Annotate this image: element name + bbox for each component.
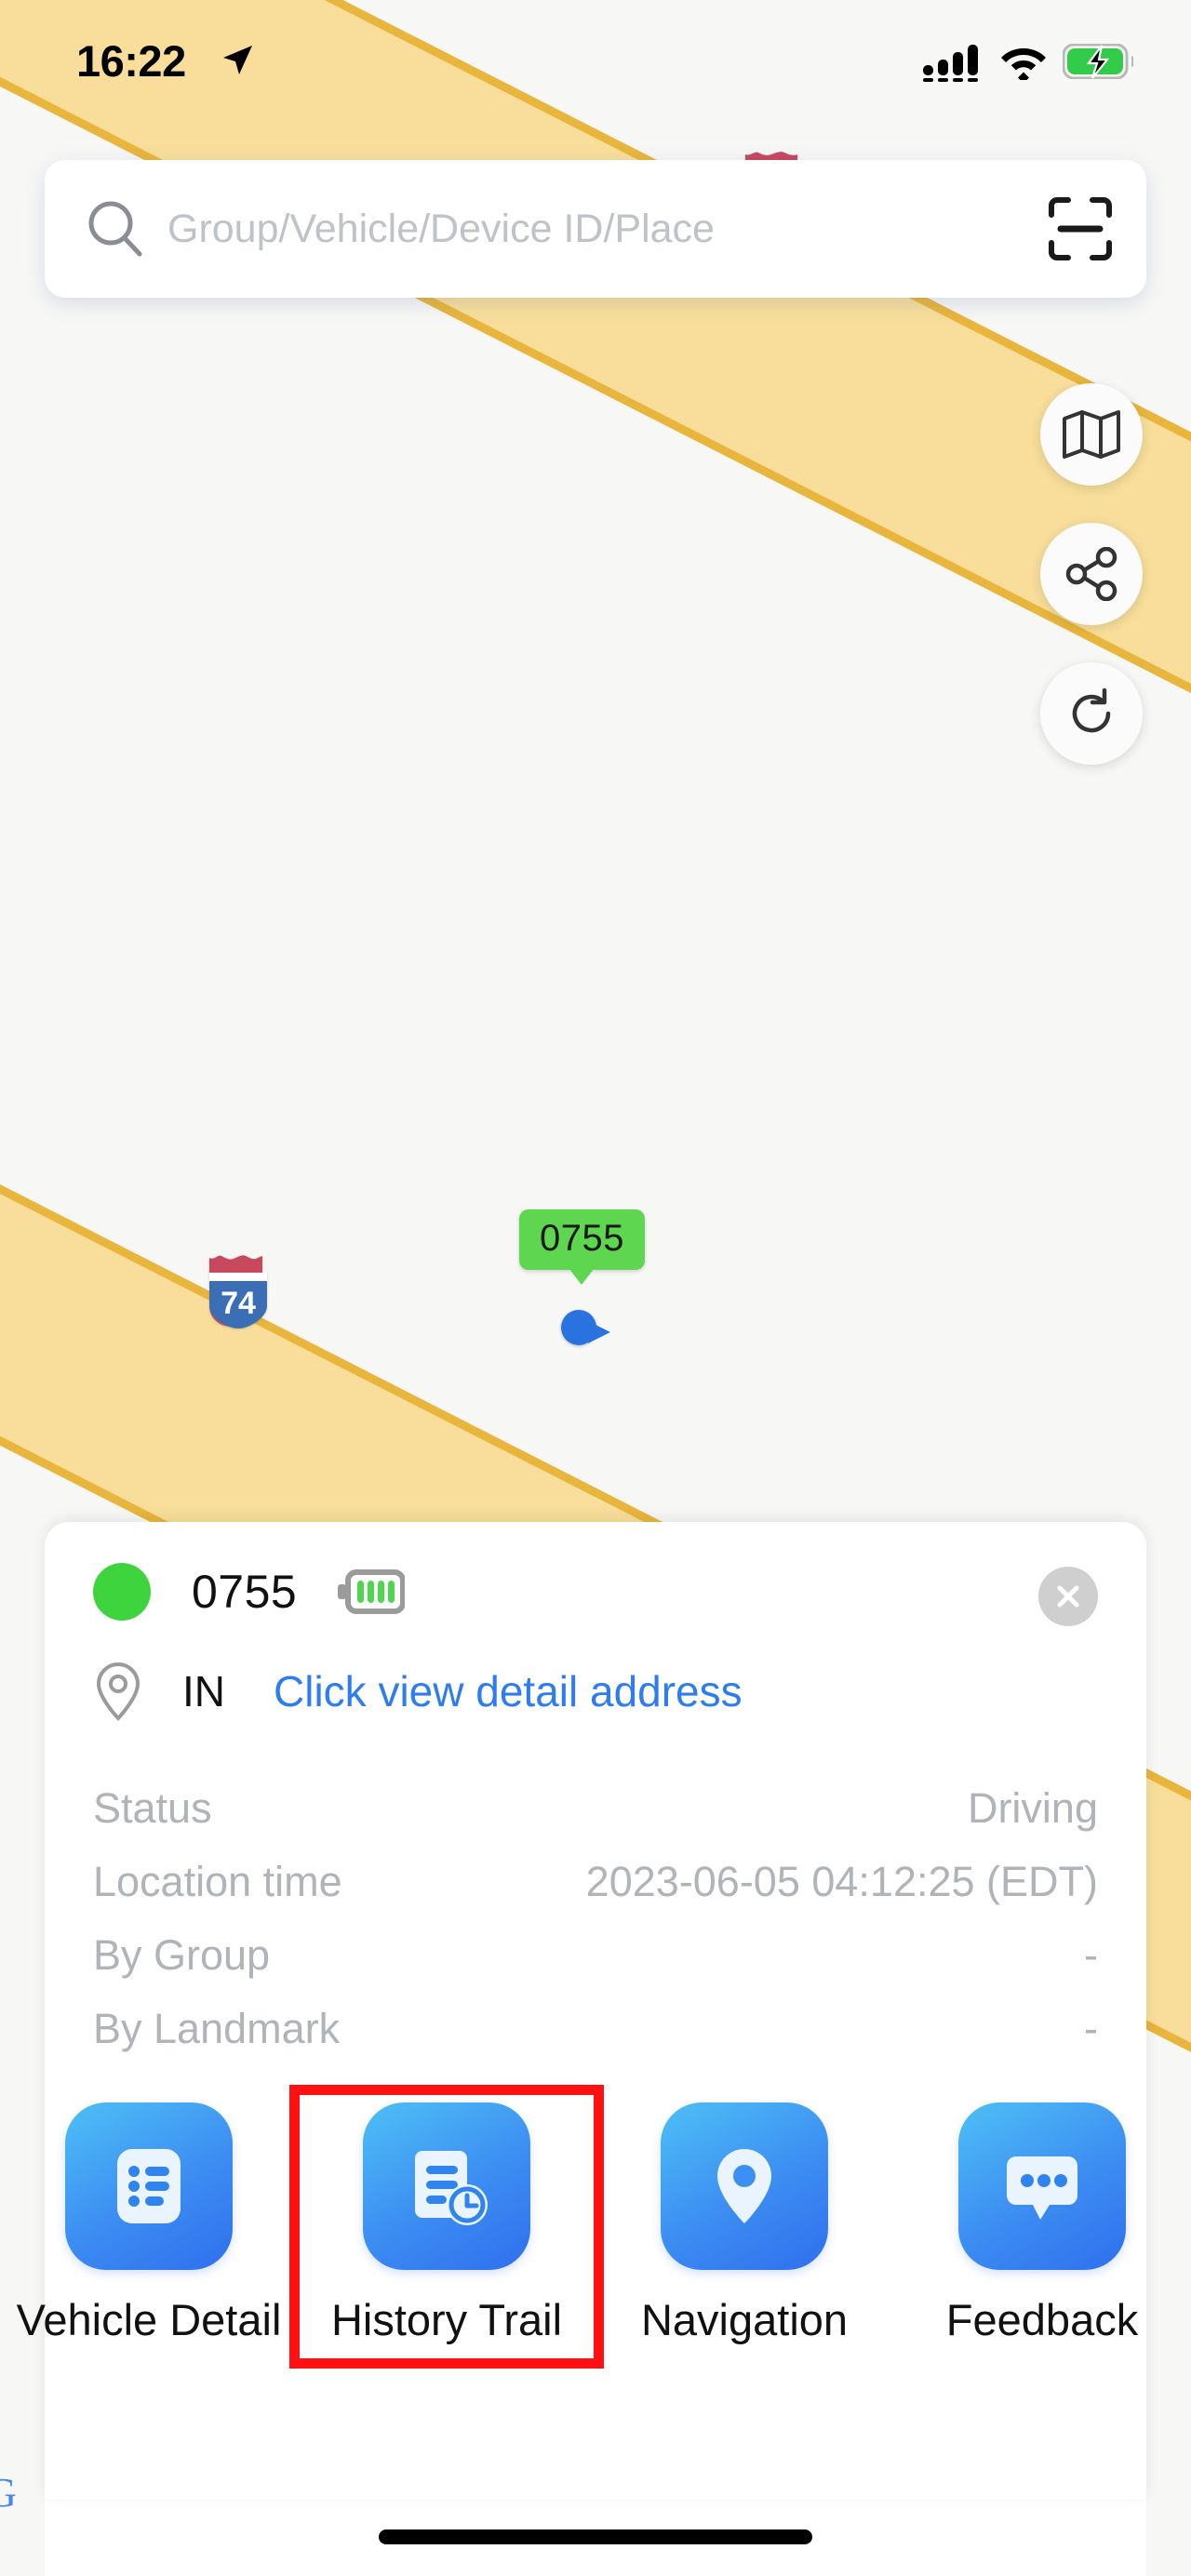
map-icon — [1063, 410, 1120, 459]
country-code-label: IN — [182, 1667, 225, 1715]
detail-label: Status — [93, 1784, 212, 1832]
action-feedback[interactable]: Feedback — [893, 2093, 1191, 2360]
card-address-row: IN Click view detail address — [93, 1645, 1098, 1738]
refresh-button[interactable] — [1040, 662, 1143, 765]
home-indicator[interactable] — [379, 2529, 812, 2544]
share-icon — [1065, 547, 1117, 601]
action-label: Feedback — [945, 2295, 1139, 2344]
detail-value: - — [1084, 1931, 1098, 1979]
battery-icon — [338, 1569, 406, 1614]
map-layers-button[interactable] — [1040, 383, 1143, 486]
status-indicator-dot — [93, 1563, 151, 1621]
action-vehicle-detail[interactable]: Vehicle Detail — [0, 2093, 298, 2360]
search-bar[interactable] — [45, 160, 1146, 298]
vehicle-heading-arrow — [588, 1321, 610, 1343]
vehicle-marker[interactable]: 0755 — [519, 1209, 687, 1377]
vehicle-detail-list: Status Driving Location time 2023-06-05 … — [93, 1784, 1098, 2078]
refresh-icon — [1072, 687, 1111, 733]
action-icon-container — [958, 2102, 1126, 2270]
detail-value: - — [1084, 2005, 1098, 2052]
action-navigation[interactable]: Navigation — [596, 2093, 893, 2360]
location-pin-icon — [96, 1662, 141, 1721]
list-document-icon — [117, 2149, 181, 2223]
svg-text:74: 74 — [221, 1286, 256, 1321]
device-id-label: 0755 — [192, 1566, 298, 1618]
view-detail-address-link[interactable]: Click view detail address — [274, 1666, 743, 1716]
action-icon-container — [363, 2102, 530, 2270]
close-icon — [1057, 1585, 1079, 1608]
close-card-button[interactable] — [1038, 1567, 1098, 1626]
action-label: History Trail — [330, 2295, 563, 2344]
action-history-trail[interactable]: History Trail — [289, 2085, 604, 2369]
search-input[interactable] — [167, 206, 1031, 252]
detail-row-by-landmark: By Landmark - — [93, 2005, 1098, 2078]
map-pin-icon — [717, 2149, 771, 2223]
road-highway-upper — [0, 0, 1191, 933]
vehicle-marker-label[interactable]: 0755 — [519, 1209, 645, 1285]
action-label: Navigation — [640, 2295, 849, 2344]
phone-screen: 74 0755 G 16:22 Group/Vehicle/Device ID/… — [0, 0, 1191, 2576]
detail-row-by-group: By Group - — [93, 1931, 1098, 2005]
document-clock-icon — [415, 2151, 488, 2225]
detail-label: By Landmark — [93, 2005, 341, 2052]
action-button-row: Vehicle Detail History Trail Navigation … — [0, 2085, 1191, 2369]
action-icon-container — [661, 2102, 828, 2270]
action-label: Vehicle Detail — [16, 2295, 282, 2344]
qr-scan-icon[interactable] — [1048, 196, 1113, 261]
detail-row-status: Status Driving — [93, 1784, 1098, 1858]
search-icon — [88, 201, 142, 257]
google-attribution-logo: G — [0, 2470, 17, 2516]
detail-value: 2023-06-05 04:12:25 (EDT) — [585, 1858, 1098, 1905]
detail-label: Location time — [93, 1858, 342, 1905]
chat-bubble-icon — [1007, 2156, 1077, 2220]
detail-value: Driving — [967, 1784, 1098, 1832]
card-header-row: 0755 — [93, 1522, 1098, 1645]
share-button[interactable] — [1040, 523, 1143, 625]
highway-shield-icon-74: 74 — [205, 1247, 275, 1328]
map-controls — [1040, 383, 1143, 765]
action-icon-container — [65, 2102, 233, 2270]
detail-row-location-time: Location time 2023-06-05 04:12:25 (EDT) — [93, 1858, 1098, 1931]
detail-label: By Group — [93, 1931, 271, 1979]
